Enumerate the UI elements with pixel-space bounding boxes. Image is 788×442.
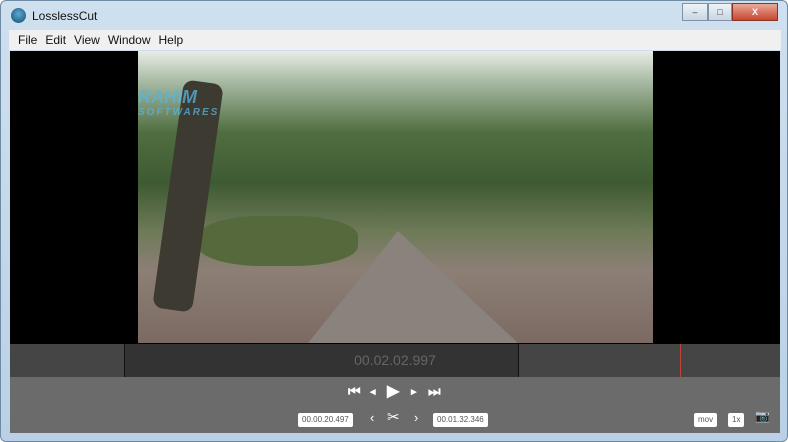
set-cut-start-button[interactable]: ‹ [370,410,374,425]
menu-window[interactable]: Window [105,30,156,50]
video-stage: RAHIM SOFTWARES [10,51,780,344]
video-path [308,231,518,343]
set-cut-end-button[interactable]: › [414,410,418,425]
controls-bar: ⏮ ◂ ▶ ▸ ⏭ 00.00.20.497 ‹ ✂ › 00.01.32.34… [10,377,780,433]
format-button[interactable]: mov [694,413,718,427]
menu-view[interactable]: View [71,30,105,50]
app-icon [11,8,26,23]
menu-file[interactable]: File [15,30,42,50]
title-bar: LosslessCut ‒ □ X [1,1,787,31]
jump-end-button[interactable]: ⏭ [428,383,441,400]
play-button[interactable]: ▶ [387,381,399,401]
scissors-icon[interactable]: ✂ [387,408,400,426]
minimize-button[interactable]: ‒ [682,3,708,21]
current-time: 00.02.02.997 [354,352,436,368]
jump-start-button[interactable]: ⏮ [348,383,361,400]
app-window: LosslessCut ‒ □ X File Edit View Window … [0,0,788,442]
next-frame-button[interactable]: ▸ [411,385,417,398]
window-title: LosslessCut [32,9,98,23]
menu-help[interactable]: Help [156,30,189,50]
playhead[interactable] [679,344,681,377]
camera-icon[interactable]: 📷 [755,409,770,423]
cut-start-time[interactable]: 00.00.20.497 [298,413,353,427]
prev-frame-button[interactable]: ◂ [370,385,376,398]
video-frame[interactable]: RAHIM SOFTWARES [138,51,653,343]
menu-bar: File Edit View Window Help [9,30,781,50]
maximize-button[interactable]: □ [708,3,732,21]
speed-button[interactable]: 1x [728,413,745,427]
menu-edit[interactable]: Edit [42,30,71,50]
timeline[interactable]: 00.02.02.997 [10,344,780,377]
cut-end-time[interactable]: 00.01.32.346 [433,413,488,427]
watermark: RAHIM SOFTWARES [138,87,220,118]
close-button[interactable]: X [732,3,778,21]
